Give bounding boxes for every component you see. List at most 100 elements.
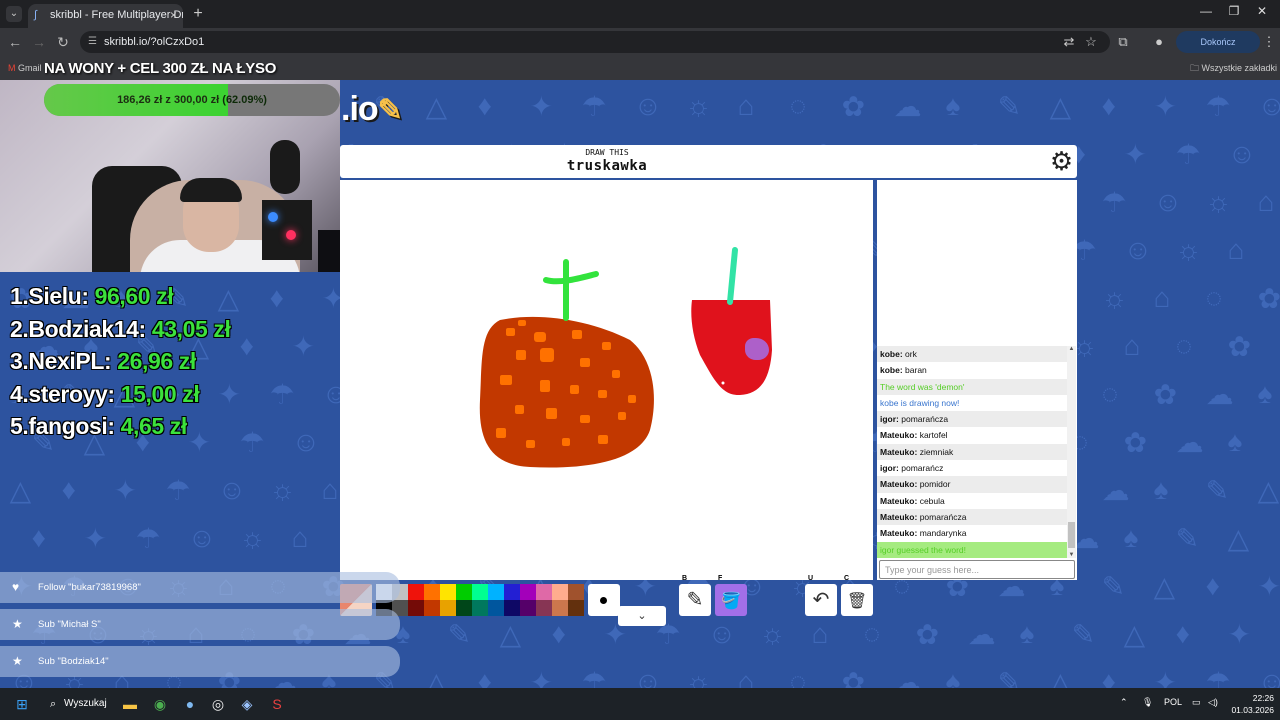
color-swatch[interactable] <box>424 584 440 600</box>
color-swatch[interactable] <box>504 600 520 616</box>
doodle-icon: △ <box>499 619 522 650</box>
color-swatch[interactable] <box>472 600 488 616</box>
doodle-icon: ⌂ <box>291 522 309 553</box>
color-swatch[interactable] <box>568 584 584 600</box>
chat-message: kobe: baran <box>880 365 927 376</box>
color-swatch[interactable] <box>424 600 440 616</box>
app-s-icon[interactable]: S <box>267 695 287 713</box>
address-bar[interactable]: ☰ skribbl.io/?olCzxDo1 ⇄ ☆ <box>80 31 1110 53</box>
menu-kebab-icon[interactable]: ⋮ <box>1260 33 1278 51</box>
tab-search-icon[interactable]: ⌄ <box>6 6 22 22</box>
color-swatch[interactable] <box>552 600 568 616</box>
reload-icon[interactable]: ↻ <box>54 33 72 51</box>
bookmark-gmail[interactable]: M Gmail <box>8 60 42 76</box>
tray-chevron-icon[interactable]: ⌃ <box>1120 697 1128 708</box>
brush-tool[interactable]: B ✎ <box>679 575 711 616</box>
fill-tool[interactable]: F 🪣 <box>715 575 747 616</box>
color-swatch[interactable] <box>488 600 504 616</box>
chat-message: igor: pomarańcz <box>880 463 944 474</box>
site-info-icon[interactable]: ☰ <box>88 31 97 53</box>
doodle-icon: ♦ <box>477 666 492 688</box>
doodle-icon: ✦ <box>291 331 316 362</box>
color-swatch[interactable] <box>408 600 424 616</box>
windows-start-icon[interactable]: ⊞ <box>12 695 32 713</box>
close-window-icon[interactable]: ✕ <box>1252 4 1272 18</box>
color-swatch[interactable] <box>440 584 456 600</box>
scroll-up-icon[interactable]: ▲ <box>1067 346 1076 352</box>
tab-close-icon[interactable]: × <box>170 4 177 26</box>
undo-tool[interactable]: U ↶ <box>805 575 837 616</box>
chat-messages[interactable]: kobe: ork kobe: baran The word was 'demon'… <box>877 346 1077 558</box>
new-tab-icon[interactable]: + <box>188 4 208 24</box>
doodle-icon: ☼ <box>759 618 786 649</box>
translate-icon[interactable]: ⇄ <box>1060 33 1078 51</box>
restore-icon[interactable]: ❐ <box>1224 4 1244 18</box>
goal-progress-text: 186,26 zł z 300,00 zł (62.09%) <box>117 94 267 106</box>
chat-message: Mateuko: cebula <box>880 495 945 506</box>
gmail-icon: M <box>8 63 16 73</box>
doodle-icon: ✦ <box>83 523 108 554</box>
color-swatch[interactable] <box>472 584 488 600</box>
doodle-icon: △ <box>1123 619 1146 650</box>
app-icon[interactable]: ● <box>180 695 200 713</box>
doodle-icon: ☂ <box>1175 139 1201 170</box>
minimize-icon[interactable]: — <box>1196 4 1216 18</box>
color-swatch[interactable] <box>504 584 520 600</box>
doodle-icon: ✎ <box>1071 619 1096 650</box>
browser-nav-bar: ← → ↻ ☰ skribbl.io/?olCzxDo1 ⇄ ☆ ⧉ ● Dok… <box>0 28 1280 69</box>
color-swatch[interactable] <box>520 584 536 600</box>
brush-icon: ✎ <box>686 589 704 611</box>
obs-icon[interactable]: ◎ <box>208 695 228 713</box>
taskbar-search[interactable]: ⌕ Wyszukaj <box>46 694 110 714</box>
profile-avatar[interactable]: ● <box>1150 33 1168 51</box>
color-swatch[interactable] <box>488 584 504 600</box>
forward-icon[interactable]: → <box>30 33 48 51</box>
guess-input[interactable] <box>879 560 1075 579</box>
clear-tool[interactable]: C 🗑 <box>841 575 873 616</box>
drawing-canvas[interactable] <box>340 180 873 580</box>
color-swatch[interactable] <box>536 600 552 616</box>
all-bookmarks[interactable]: 🗀 Wszystkie zakładki <box>1190 60 1277 76</box>
doodle-icon: ✎ <box>997 667 1022 688</box>
chrome-icon[interactable]: ◉ <box>150 695 170 713</box>
color-swatch[interactable] <box>536 584 552 600</box>
back-icon[interactable]: ← <box>6 33 24 51</box>
chat-scrollbar[interactable]: ▲ ▼ <box>1067 346 1076 558</box>
language-indicator[interactable]: POL <box>1164 697 1182 707</box>
file-explorer-icon[interactable]: ▬ <box>120 695 140 713</box>
doodle-icon: ◌ <box>1175 330 1193 361</box>
browser-tab[interactable]: ∫ skribbl - Free Multiplayer Drawi × <box>28 4 183 28</box>
color-swatch[interactable] <box>456 584 472 600</box>
scroll-down-icon[interactable]: ▼ <box>1067 552 1076 558</box>
brush-size-dropdown[interactable]: ⌄ <box>618 606 666 626</box>
brush-size-button[interactable] <box>588 584 620 616</box>
network-icon[interactable]: ▭ <box>1192 697 1201 708</box>
doodle-icon: ☼ <box>239 522 266 553</box>
steam-icon[interactable]: ◈ <box>237 695 257 713</box>
doodle-icon: ♦ <box>1101 90 1116 121</box>
doodle-icon: ✿ <box>1227 331 1252 362</box>
doodle-icon: △ <box>1049 91 1072 122</box>
trash-icon: 🗑 <box>846 593 868 610</box>
update-button[interactable]: Dokończ aktualizację <box>1176 31 1260 69</box>
mic-icon[interactable]: 🎙 <box>1142 697 1153 708</box>
settings-gear-icon[interactable]: ⚙ <box>1047 147 1076 176</box>
color-swatch[interactable] <box>408 584 424 600</box>
doodle-icon: ☺ <box>1257 90 1280 121</box>
doodle-icon: ⌂ <box>321 474 339 505</box>
color-swatch[interactable] <box>552 584 568 600</box>
color-swatch[interactable] <box>520 600 536 616</box>
chat-message: kobe: ork <box>877 346 1067 363</box>
clock[interactable]: 22:26 01.03.2026 <box>1222 692 1274 716</box>
extensions-icon[interactable]: ⧉ <box>1114 33 1132 51</box>
color-swatch[interactable] <box>456 600 472 616</box>
color-swatch[interactable] <box>568 600 584 616</box>
fill-cursor-icon <box>745 338 769 360</box>
color-swatch[interactable] <box>440 600 456 616</box>
bookmark-star-icon[interactable]: ☆ <box>1082 33 1100 51</box>
doodle-icon: ☂ <box>1205 91 1231 122</box>
scroll-thumb[interactable] <box>1068 522 1075 548</box>
volume-icon[interactable]: ◁) <box>1208 697 1218 708</box>
doodle-icon: ☺ <box>217 474 247 505</box>
doodle-icon: ✦ <box>1153 91 1178 122</box>
